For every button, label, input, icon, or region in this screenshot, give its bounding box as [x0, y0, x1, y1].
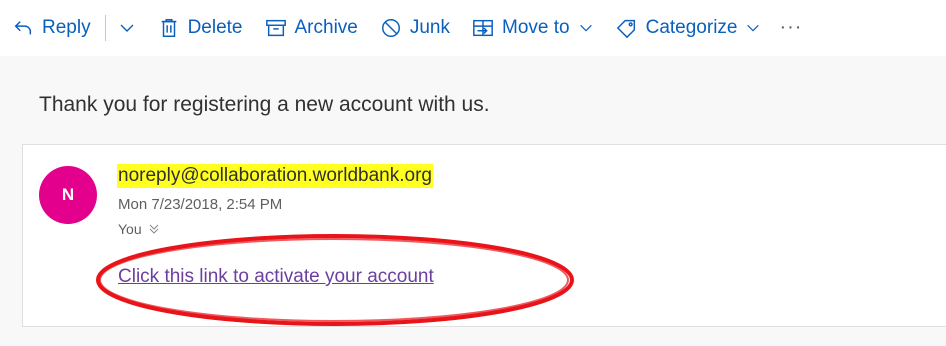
avatar[interactable]: N	[39, 166, 97, 224]
junk-button[interactable]: Junk	[380, 17, 450, 39]
more-actions-button[interactable]: ···	[779, 16, 802, 39]
recipient-line[interactable]: You	[118, 221, 160, 237]
delete-button[interactable]: Delete	[158, 17, 243, 39]
archive-button[interactable]: Archive	[265, 17, 358, 39]
junk-label: Junk	[409, 16, 450, 38]
reply-arrow-icon	[14, 20, 32, 34]
command-toolbar: Reply Delete Archive Junk Move to Catego…	[0, 0, 946, 56]
message-date: Mon 7/23/2018, 2:54 PM	[118, 196, 283, 213]
categorize-label: Categorize	[645, 16, 738, 38]
trash-icon	[161, 18, 176, 37]
delete-label: Delete	[187, 16, 243, 38]
reply-label: Reply	[42, 16, 91, 38]
categorize-button[interactable]: Categorize	[616, 17, 762, 39]
sender-address[interactable]: noreply@collaboration.worldbank.org	[117, 164, 433, 188]
chevron-down-icon	[120, 24, 134, 32]
toolbar-divider	[104, 14, 106, 41]
recipient-label: You	[118, 221, 142, 237]
chevron-down-icon	[579, 24, 592, 32]
activate-account-link[interactable]: Click this link to activate your account	[118, 266, 434, 288]
move-folder-icon	[473, 19, 493, 36]
email-subject: Thank you for registering a new account …	[39, 93, 490, 116]
archive-box-icon	[265, 19, 286, 36]
tag-icon	[616, 19, 635, 38]
reply-dropdown-button[interactable]	[118, 19, 136, 37]
move-to-button[interactable]: Move to	[472, 17, 594, 39]
reply-button[interactable]: Reply	[12, 17, 91, 39]
block-icon	[381, 18, 400, 37]
double-chevron-down-icon[interactable]	[148, 223, 160, 235]
chevron-down-icon	[747, 24, 760, 32]
move-to-label: Move to	[502, 16, 570, 38]
archive-label: Archive	[294, 16, 358, 38]
